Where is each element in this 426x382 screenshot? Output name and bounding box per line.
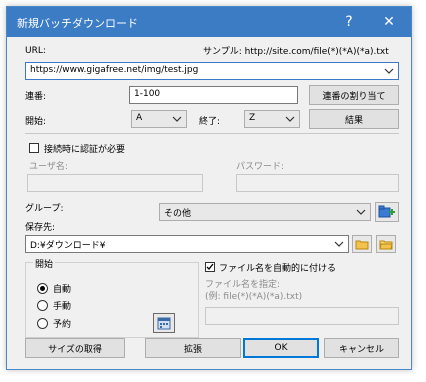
auth-checkbox[interactable] (29, 143, 39, 153)
sequence-input-value: 1-100 (134, 89, 161, 99)
chevron-down-icon[interactable] (356, 207, 366, 217)
result-button-label: 結果 (344, 115, 363, 126)
open-folder-button[interactable] (352, 235, 372, 253)
url-input[interactable]: https://www.gigafree.net/img/test.jpg (25, 62, 399, 80)
browse-folder-button[interactable] (376, 235, 396, 253)
save-to-value: D:¥ダウンロード¥ (30, 241, 106, 251)
get-size-label: サイズの取得 (48, 344, 102, 355)
chevron-down-icon[interactable] (172, 114, 182, 124)
folder-browse-icon (379, 240, 393, 249)
password-input[interactable] (236, 174, 399, 192)
add-group-button[interactable] (375, 202, 399, 222)
filename-input[interactable] (205, 307, 399, 325)
start-schedule-label: 予約 (53, 320, 72, 330)
expand-label: 拡張 (183, 344, 202, 355)
url-input-value: https://www.gigafree.net/img/test.jpg (30, 65, 199, 75)
sequence-input[interactable]: 1-100 (129, 86, 298, 104)
help-button[interactable]: ? (329, 7, 369, 37)
start-auto-radio[interactable] (37, 283, 48, 294)
start-char-label: 開始: (25, 117, 47, 127)
start-manual-radio[interactable] (37, 300, 48, 311)
close-icon: ✕ (383, 14, 395, 30)
group-select[interactable]: その他 (159, 203, 371, 221)
filename-example-text: (例: file(*)(*A)(*a).txt) (205, 292, 303, 302)
get-size-button[interactable]: サイズの取得 (25, 338, 125, 358)
cancel-label: キャンセル (338, 344, 384, 355)
username-input[interactable] (27, 174, 203, 192)
end-char-value: Z (249, 113, 256, 123)
result-button[interactable]: 結果 (309, 109, 399, 129)
batch-download-dialog: 新規バッチダウンロード ? ✕ URL: サンプル: http://site.c… (6, 6, 412, 370)
cancel-button[interactable]: キャンセル (324, 338, 399, 358)
url-sample-text: サンプル: http://site.com/file(*)(*A)(*a).tx… (203, 47, 389, 57)
end-char-label: 終了: (199, 117, 221, 127)
ok-button[interactable]: OK (243, 338, 319, 358)
chevron-down-icon[interactable] (384, 66, 394, 76)
password-label: パスワード: (236, 162, 285, 172)
help-icon: ? (345, 14, 353, 30)
group-label: グループ: (25, 204, 64, 214)
assign-sequence-label: 連番の割り当て (322, 91, 386, 102)
expand-button[interactable]: 拡張 (145, 338, 241, 358)
ok-label: OK (274, 343, 288, 353)
sequence-label: 連番: (25, 92, 47, 102)
start-char-value: A (136, 113, 143, 123)
add-folder-icon (378, 205, 395, 218)
save-to-label: 保存先: (25, 223, 56, 233)
url-label: URL: (25, 46, 46, 56)
auto-filename-checkbox[interactable] (205, 262, 215, 272)
auto-filename-label: ファイル名を自動的に付ける (219, 264, 337, 274)
start-manual-label: 手動 (53, 302, 72, 312)
chevron-down-icon[interactable] (285, 114, 295, 124)
divider (25, 133, 399, 134)
save-to-input[interactable]: D:¥ダウンロード¥ (25, 235, 349, 253)
title-bar: 新規バッチダウンロード ? ✕ (7, 7, 411, 37)
auth-checkbox-label: 接続時に認証が必要 (44, 145, 126, 155)
schedule-calendar-button[interactable] (153, 313, 175, 333)
check-icon (206, 263, 214, 270)
group-select-value: その他 (164, 209, 192, 219)
start-auto-label: 自動 (53, 285, 72, 295)
window-title: 新規バッチダウンロード (17, 17, 138, 30)
calendar-icon (157, 317, 171, 330)
assign-sequence-button[interactable]: 連番の割り当て (309, 85, 399, 105)
end-char-select[interactable]: Z (244, 110, 300, 128)
start-groupbox-legend: 開始 (33, 257, 56, 270)
chevron-down-icon[interactable] (334, 239, 344, 249)
username-label: ユーザ名: (29, 162, 68, 172)
close-button[interactable]: ✕ (369, 7, 409, 37)
folder-icon (355, 240, 369, 249)
start-char-select[interactable]: A (131, 110, 187, 128)
start-schedule-radio[interactable] (37, 318, 48, 329)
